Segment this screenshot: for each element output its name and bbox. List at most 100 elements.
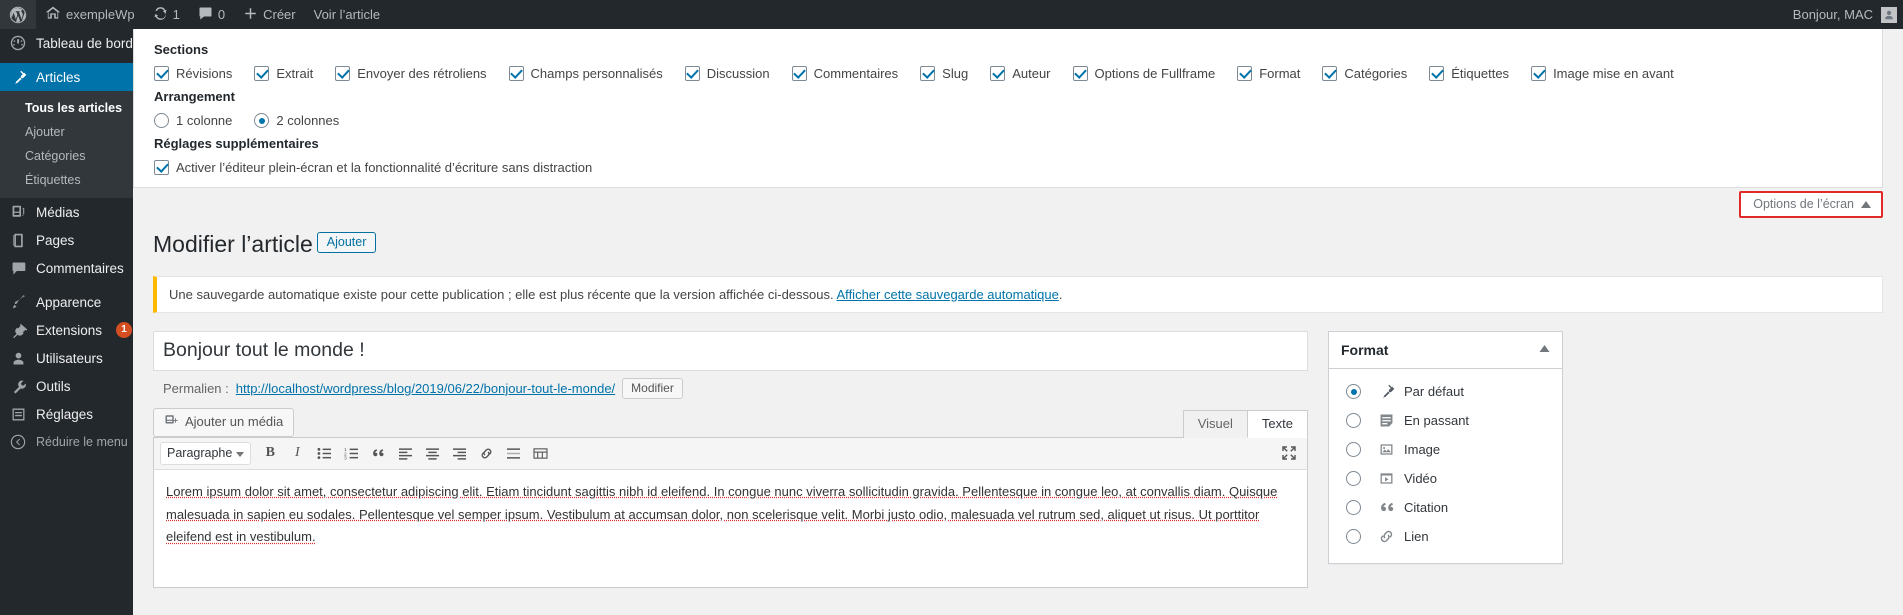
checkbox-box[interactable] xyxy=(990,66,1006,81)
radio-circle[interactable] xyxy=(1346,500,1361,516)
read-more-icon[interactable] xyxy=(501,442,525,465)
checkbox-commentaires[interactable]: Commentaires xyxy=(791,66,898,81)
screen-options-toggle-button[interactable]: Options de l’écran xyxy=(1739,191,1883,218)
post-title-input[interactable] xyxy=(153,330,1308,371)
view-autosave-link[interactable]: Afficher cette sauvegarde automatique xyxy=(837,287,1059,302)
sidebar-item-outils[interactable]: Outils xyxy=(0,372,133,400)
updates-button[interactable]: 1 xyxy=(144,0,189,29)
bulleted-list-icon[interactable] xyxy=(312,442,336,465)
radio-circle[interactable] xyxy=(1346,413,1361,429)
checkbox-revisions[interactable]: Révisions xyxy=(154,66,232,81)
checkbox-envoyer-des-retroliens[interactable]: Envoyer des rétroliens xyxy=(335,66,487,81)
checkbox-box[interactable] xyxy=(254,66,270,81)
blockquote-icon[interactable] xyxy=(366,442,390,465)
chevron-up-icon[interactable] xyxy=(1539,344,1550,355)
tab-text[interactable]: Texte xyxy=(1246,409,1308,438)
checkbox-slug[interactable]: Slug xyxy=(920,66,968,81)
radio-circle[interactable] xyxy=(1346,384,1361,400)
checkbox-box[interactable] xyxy=(1237,66,1253,81)
checkbox-editeur-plein-ecran[interactable]: Activer l’éditeur plein-écran et la fonc… xyxy=(154,160,592,175)
view-post-button[interactable]: Voir l’article xyxy=(305,0,389,29)
checkbox-etiquettes[interactable]: Étiquettes xyxy=(1429,66,1509,81)
checkbox-box[interactable] xyxy=(154,160,169,175)
new-content-button[interactable]: Créer xyxy=(234,0,305,29)
account-menu[interactable]: Bonjour, MAC xyxy=(1793,0,1903,29)
format-option-image[interactable]: Image xyxy=(1341,436,1550,465)
radio-circle[interactable] xyxy=(1346,471,1361,487)
toolbar-toggle-icon[interactable] xyxy=(528,442,552,465)
add-new-post-button[interactable]: Ajouter xyxy=(316,232,377,253)
post-content-text: Lorem ipsum dolor sit amet, consectetur … xyxy=(166,483,1278,545)
italic-icon[interactable]: I xyxy=(285,442,309,465)
paragraph-format-select[interactable]: Paragraphe xyxy=(160,441,252,465)
format-metabox-header[interactable]: Format xyxy=(1329,332,1562,369)
checkbox-options-de-fullframe[interactable]: Options de Fullframe xyxy=(1072,66,1215,81)
wordpress-logo-button[interactable] xyxy=(0,0,36,29)
checkbox-auteur[interactable]: Auteur xyxy=(990,66,1051,81)
format-option-lien[interactable]: Lien xyxy=(1341,523,1550,552)
checkbox-categories[interactable]: Catégories xyxy=(1322,66,1407,81)
checkbox-box[interactable] xyxy=(684,66,700,81)
collapse-menu-button[interactable]: Réduire le menu xyxy=(0,428,133,456)
sidebar-item-apparence[interactable]: Apparence xyxy=(0,288,133,316)
checkbox-box[interactable] xyxy=(1531,66,1547,81)
bold-icon[interactable]: B xyxy=(258,442,282,465)
checkbox-box[interactable] xyxy=(508,66,524,81)
radio-circle[interactable] xyxy=(1346,442,1361,458)
align-left-icon[interactable] xyxy=(393,442,417,465)
checkbox-format[interactable]: Format xyxy=(1237,66,1300,81)
radio-1-colonne[interactable]: 1 colonne xyxy=(154,113,232,128)
checkbox-discussion[interactable]: Discussion xyxy=(684,66,770,81)
align-center-icon[interactable] xyxy=(420,442,444,465)
sidebar-item-articles[interactable]: Articles xyxy=(0,63,133,91)
sidebar-item-pages[interactable]: Pages xyxy=(0,226,133,254)
autosave-notice: Une sauvegarde automatique existe pour c… xyxy=(153,275,1883,313)
radio-circle[interactable] xyxy=(154,113,169,128)
format-option-citation[interactable]: Citation xyxy=(1341,494,1550,523)
checkbox-box[interactable] xyxy=(791,66,807,81)
post-content-editor[interactable]: Lorem ipsum dolor sit amet, consectetur … xyxy=(153,469,1308,588)
checkbox-image-mise-en-avant[interactable]: Image mise en avant xyxy=(1531,66,1674,81)
page-title: Modifier l’article xyxy=(153,231,313,257)
sidebar-item-label: Pages xyxy=(36,232,75,248)
sidebar-item-label: Extensions xyxy=(36,322,103,338)
sidebar-item-medias[interactable]: Médias xyxy=(0,198,133,226)
format-option-en-passant[interactable]: En passant xyxy=(1341,407,1550,436)
sidebar-item-ajouter[interactable]: Ajouter xyxy=(0,120,133,144)
sidebar-item-categories[interactable]: Catégories xyxy=(0,144,133,168)
add-media-button[interactable]: Ajouter un média xyxy=(153,407,295,437)
insert-link-icon[interactable] xyxy=(474,442,498,465)
format-option-label: Par défaut xyxy=(1404,384,1464,400)
sidebar-item-reglages[interactable]: Réglages xyxy=(0,400,133,428)
align-right-icon[interactable] xyxy=(447,442,471,465)
sidebar-item-tous-les-articles[interactable]: Tous les articles xyxy=(0,96,133,120)
checkbox-extrait[interactable]: Extrait xyxy=(254,66,313,81)
comments-button[interactable]: 0 xyxy=(189,0,234,29)
checkbox-champs-personnalises[interactable]: Champs personnalisés xyxy=(508,66,663,81)
format-option-video[interactable]: Vidéo xyxy=(1341,465,1550,494)
plug-icon xyxy=(9,321,27,339)
sidebar-item-extensions[interactable]: Extensions 1 xyxy=(0,316,133,344)
checkbox-box[interactable] xyxy=(1429,66,1445,81)
sidebar-item-utilisateurs[interactable]: Utilisateurs xyxy=(0,344,133,372)
format-option-par-defaut[interactable]: Par défaut xyxy=(1341,378,1550,407)
checkbox-box[interactable] xyxy=(1322,66,1338,81)
tab-visual[interactable]: Visuel xyxy=(1182,409,1248,438)
view-post-label: Voir l’article xyxy=(313,7,381,22)
edit-permalink-button[interactable]: Modifier xyxy=(622,377,683,399)
radio-circle[interactable] xyxy=(1346,529,1361,545)
wrench-icon xyxy=(9,377,27,395)
sidebar-item-etiquettes[interactable]: Étiquettes xyxy=(0,168,133,192)
numbered-list-icon[interactable]: 123 xyxy=(339,442,363,465)
checkbox-box[interactable] xyxy=(1072,66,1088,81)
checkbox-box[interactable] xyxy=(335,66,351,81)
radio-circle[interactable] xyxy=(254,113,270,128)
site-name-menu[interactable]: exempleWp xyxy=(36,0,144,29)
sidebar-item-commentaires[interactable]: Commentaires xyxy=(0,254,133,282)
checkbox-box[interactable] xyxy=(920,66,936,81)
permalink-link[interactable]: http://localhost/wordpress/blog/2019/06/… xyxy=(236,381,615,396)
sidebar-item-tableau-de-bord[interactable]: Tableau de bord xyxy=(0,29,133,57)
fullscreen-icon[interactable] xyxy=(1277,442,1301,465)
checkbox-box[interactable] xyxy=(154,66,169,81)
radio-2-colonnes[interactable]: 2 colonnes xyxy=(254,113,339,128)
